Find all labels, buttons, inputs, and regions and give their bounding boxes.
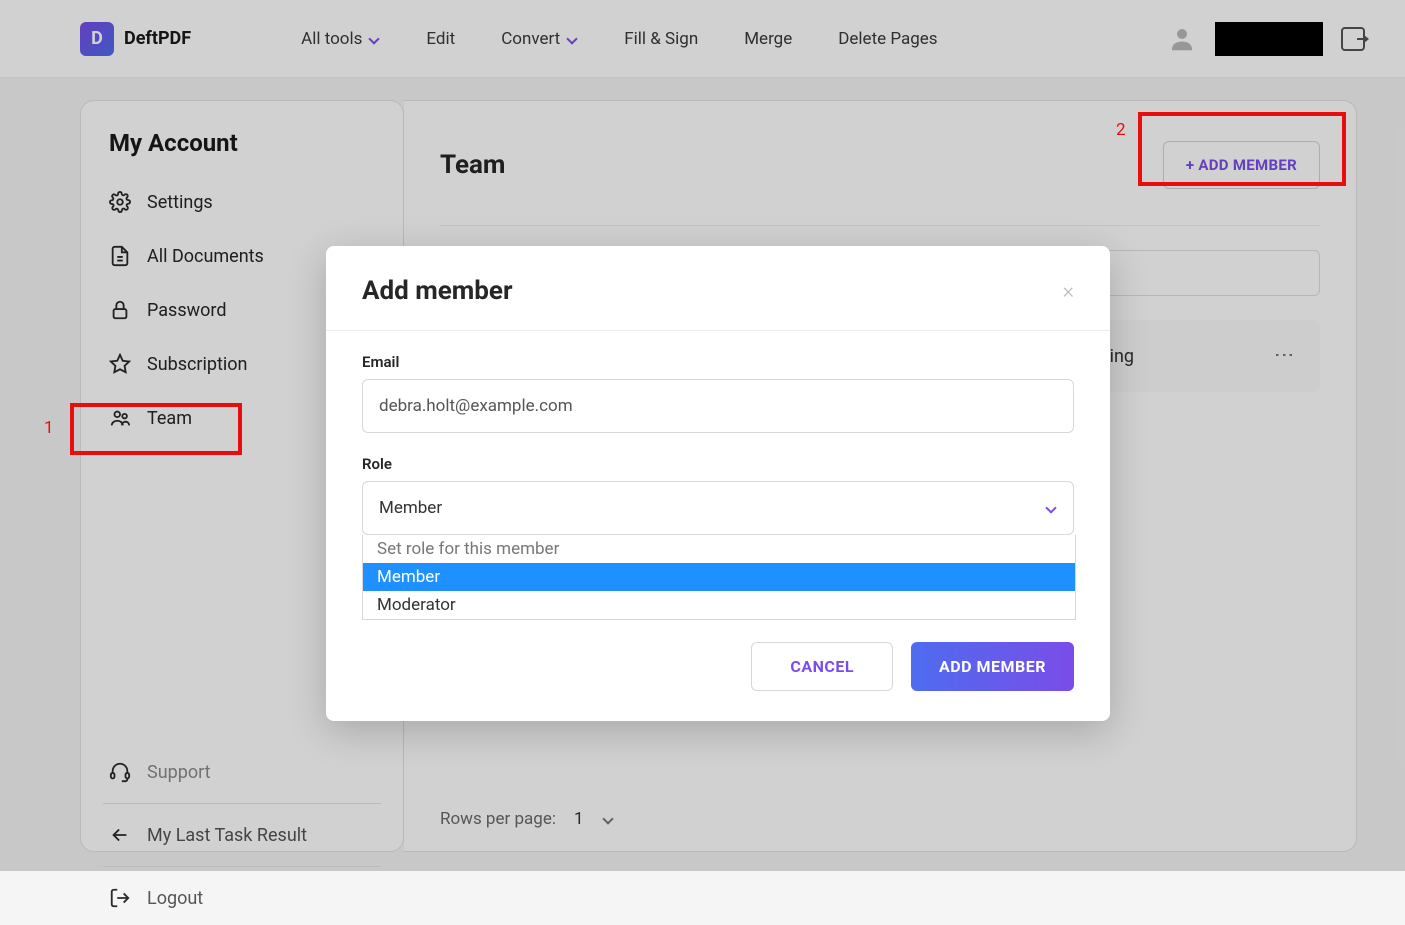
annotation-number: 1	[44, 418, 54, 438]
sidebar-item-support[interactable]: Support	[81, 745, 403, 799]
role-option-placeholder[interactable]: Set role for this member	[363, 535, 1075, 563]
add-member-modal: Add member × Email Role Member Set role …	[326, 246, 1110, 721]
chevron-down-icon	[566, 33, 578, 45]
sidebar-label: Support	[147, 762, 211, 783]
pager-label: Rows per page:	[440, 809, 556, 829]
email-input[interactable]	[362, 379, 1074, 433]
brand-logo[interactable]: D DeftPDF	[80, 22, 191, 56]
sidebar-label: Subscription	[147, 354, 248, 375]
divider	[103, 803, 381, 804]
email-label: Email	[362, 353, 1074, 371]
sidebar-label: Settings	[147, 192, 213, 213]
role-selected-value: Member	[379, 498, 442, 518]
chevron-down-icon[interactable]	[602, 813, 614, 825]
nav-delete-pages[interactable]: Delete Pages	[838, 29, 937, 49]
pager-value: 1	[574, 809, 584, 829]
annotation-number: 2	[1116, 120, 1126, 140]
headset-icon	[109, 761, 131, 783]
main-nav: All tools Edit Convert Fill & Sign Merge…	[301, 29, 937, 49]
sidebar-item-settings[interactable]: Settings	[81, 175, 403, 229]
chevron-down-icon	[1045, 502, 1057, 514]
pagination: Rows per page: 1	[440, 809, 614, 829]
sidebar-label: Password	[147, 300, 227, 321]
logout-icon	[109, 887, 131, 909]
nav-fill-sign[interactable]: Fill & Sign	[624, 29, 698, 49]
team-icon	[109, 407, 131, 429]
row-menu-icon[interactable]: ⋮	[1273, 345, 1297, 367]
role-option-member[interactable]: Member	[363, 563, 1075, 591]
arrow-left-icon	[109, 824, 131, 846]
sidebar-item-last-task[interactable]: My Last Task Result	[81, 808, 403, 862]
brand-name: DeftPDF	[124, 28, 191, 49]
sidebar-label: Team	[147, 408, 192, 429]
username-redacted	[1215, 22, 1323, 56]
modal-title: Add member	[362, 276, 512, 306]
star-icon	[109, 353, 131, 375]
cancel-button[interactable]: CANCEL	[751, 642, 893, 691]
page-title: Team	[440, 150, 505, 180]
sidebar-label: My Last Task Result	[147, 825, 307, 846]
nav-convert[interactable]: Convert	[501, 29, 578, 49]
close-icon[interactable]: ×	[1062, 279, 1074, 304]
nav-merge[interactable]: Merge	[744, 29, 792, 49]
app-header: D DeftPDF All tools Edit Convert Fill & …	[0, 0, 1405, 78]
sidebar-label: Logout	[147, 888, 203, 909]
logo-icon: D	[80, 22, 114, 56]
add-member-submit-button[interactable]: ADD MEMBER	[911, 642, 1074, 691]
user-avatar-icon[interactable]	[1167, 24, 1197, 54]
nav-label: Convert	[501, 29, 560, 49]
sidebar-label: All Documents	[147, 246, 264, 267]
exit-icon[interactable]	[1341, 27, 1365, 51]
add-member-button[interactable]: + ADD MEMBER	[1163, 141, 1320, 189]
role-dropdown: Set role for this member Member Moderato…	[362, 535, 1076, 620]
nav-all-tools[interactable]: All tools	[301, 29, 380, 49]
gear-icon	[109, 191, 131, 213]
chevron-down-icon	[368, 33, 380, 45]
role-label: Role	[362, 455, 1074, 473]
lock-icon	[109, 299, 131, 321]
role-select[interactable]: Member	[362, 481, 1074, 535]
nav-label: All tools	[301, 29, 362, 49]
role-option-moderator[interactable]: Moderator	[363, 591, 1075, 619]
divider	[103, 866, 381, 867]
nav-edit[interactable]: Edit	[426, 29, 455, 49]
document-icon	[109, 245, 131, 267]
sidebar-title: My Account	[81, 129, 403, 175]
sidebar-item-logout[interactable]: Logout	[81, 871, 403, 925]
